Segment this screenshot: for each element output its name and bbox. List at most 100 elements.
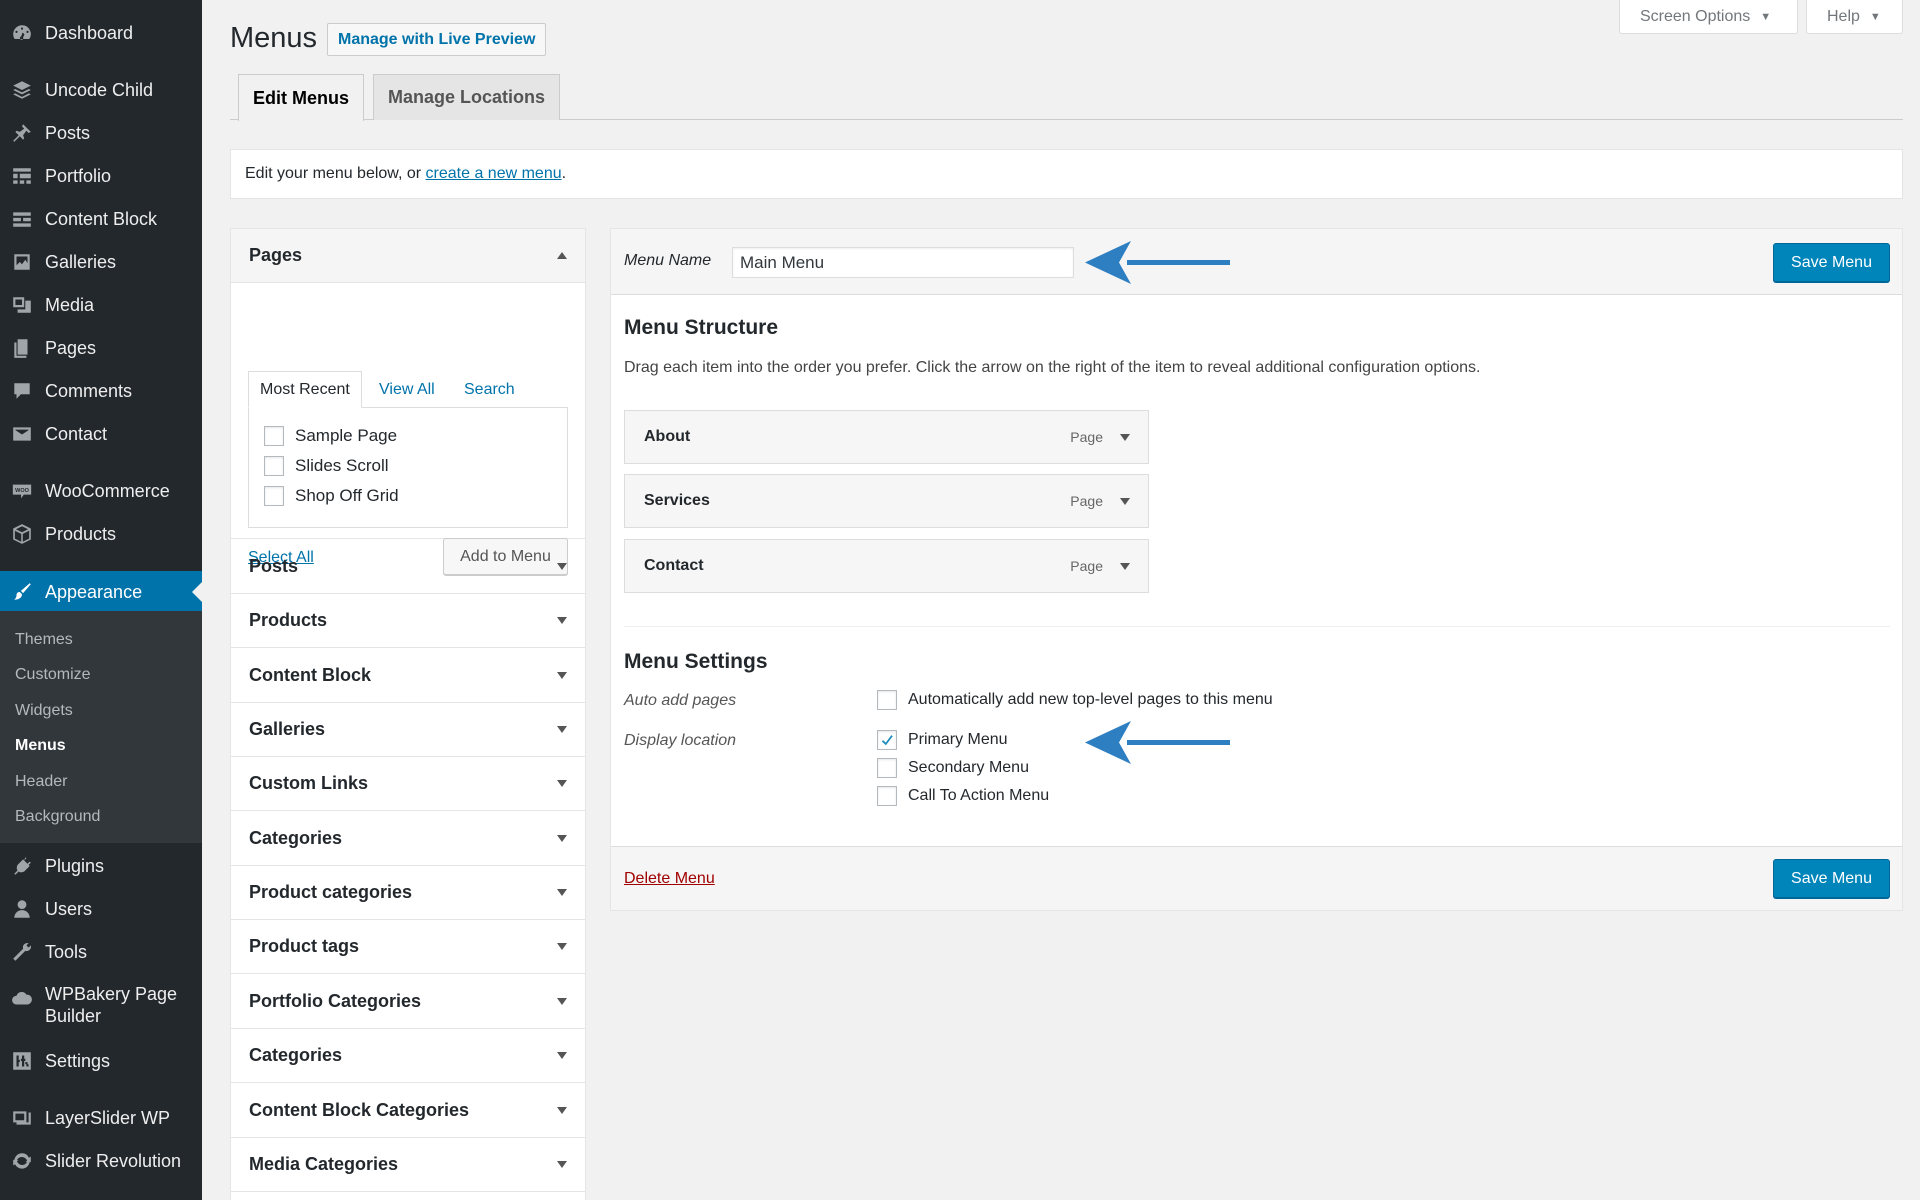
submenu-item-themes[interactable]: Themes [15,631,73,649]
auto-add-checkbox[interactable] [877,690,897,710]
accordion-title: Categories [249,828,343,848]
tab-manage-locations[interactable]: Manage Locations [373,74,561,120]
live-preview-button[interactable]: Manage with Live Preview [327,23,547,56]
accordion-title: Media Categories [249,1154,399,1174]
location-label: Secondary Menu [908,759,1029,776]
caret-down-icon[interactable] [1120,498,1130,505]
menu-item-title: Services [644,492,710,509]
accordion-section-posts[interactable]: Posts [231,540,585,594]
save-menu-button[interactable]: Save Menu [1773,243,1890,282]
sidebar-item-wpbakery[interactable]: WPBakery Page Builder [0,983,202,1035]
user-icon [10,897,34,921]
page-checkbox[interactable] [264,456,284,476]
sidebar-item-galleries[interactable]: Galleries [0,242,202,282]
accordion-section-galleries[interactable]: Galleries [231,703,585,757]
submenu-item-customize[interactable]: Customize [15,666,91,684]
sidebar-item-users[interactable]: Users [0,889,202,929]
annotation-arrow-icon [1085,721,1230,764]
accordion-section-products[interactable]: Products [231,594,585,648]
menu-item-title: About [644,428,691,445]
sidebar-item-label: Tools [45,941,88,962]
accordion-section-media-categories[interactable]: Media Categories [231,1138,585,1192]
menu-header: Menu Name Save Menu [611,229,1902,295]
sidebar-item-dashboard[interactable]: Dashboard [0,13,202,53]
caret-down-icon: ▼ [1760,10,1772,23]
accordion-section-product-categories[interactable]: Product categories [231,866,585,920]
accordion-section-content-block-categories[interactable]: Content Block Categories [231,1084,585,1138]
accordion-section-product-tags[interactable]: Product tags [231,920,585,974]
tab-edit-menus[interactable]: Edit Menus [238,74,365,121]
accordion-section-categories-2[interactable]: Categories [231,1029,585,1083]
menu-item-row[interactable]: Services Page [624,474,1149,528]
sidebar-item-content-block[interactable]: Content Block [0,199,202,239]
secondary-menu-checkbox[interactable] [877,758,897,778]
sidebar-item-label: Dashboard [45,22,134,43]
accordion-section-custom-links[interactable]: Custom Links [231,757,585,811]
caret-down-icon[interactable] [1120,434,1130,441]
sidebar-item-settings[interactable]: Settings [0,1041,202,1081]
sidebar-item-label: Contact [45,423,108,444]
caret-down-icon [557,616,567,624]
sidebar-item-label: Plugins [45,855,105,876]
layers-icon [10,78,34,102]
sidebar-item-comments[interactable]: Comments [0,371,202,411]
location-option: Call To Action Menu [877,786,1049,806]
tab-most-recent[interactable]: Most Recent [248,371,362,408]
sidebar-item-media[interactable]: Media [0,285,202,325]
content-block-icon [10,207,34,231]
tab-view-all[interactable]: View All [379,381,435,399]
sidebar-item-layerslider[interactable]: LayerSlider WP [0,1098,202,1138]
sidebar-item-appearance[interactable]: Appearance [0,571,202,613]
notice-suffix: . [561,165,567,182]
layerslider-icon [10,1106,34,1130]
sidebar-item-label: Posts [45,122,91,143]
sidebar-item-portfolio[interactable]: Portfolio [0,156,202,196]
sidebar-item-uncode-child[interactable]: Uncode Child [0,70,202,110]
caret-down-icon[interactable] [1120,563,1130,570]
delete-menu-link[interactable]: Delete Menu [624,870,715,888]
submenu-item-widgets[interactable]: Widgets [15,702,73,720]
menu-settings-title: Menu Settings [624,650,768,673]
display-location-label: Display location [624,732,737,749]
sidebar-item-products[interactable]: Products [0,514,202,554]
location-label: Primary Menu [908,731,1008,748]
call-to-action-menu-checkbox[interactable] [877,786,897,806]
page-checkbox[interactable] [264,486,284,506]
page-checkbox[interactable] [264,426,284,446]
submenu-item-header[interactable]: Header [15,773,67,791]
sidebar-item-slider-revolution[interactable]: Slider Revolution [0,1141,202,1181]
page-label: Slides Scroll [295,456,389,475]
tab-search[interactable]: Search [464,381,515,399]
accordion-section-portfolio-categories[interactable]: Portfolio Categories [231,975,585,1029]
help-button[interactable]: Help ▼ [1806,0,1903,34]
menu-name-input[interactable] [732,247,1074,278]
accordion-section-categories[interactable]: Categories [231,812,585,866]
sidebar-item-plugins[interactable]: Plugins [0,846,202,886]
screen-options-button[interactable]: Screen Options ▼ [1619,0,1798,34]
accordion-title: Custom Links [249,773,369,793]
box-icon [10,522,34,546]
sidebar-item-posts[interactable]: Posts [0,113,202,153]
sidebar-item-label: Galleries [45,251,117,272]
menu-management-panel: Menu Name Save Menu Menu Structure Drag … [610,228,1903,911]
accordion-section-pages[interactable]: Pages [231,229,585,283]
primary-menu-checkbox[interactable] [877,730,897,750]
page-label: Shop Off Grid [295,486,399,505]
submenu-item-background[interactable]: Background [15,808,100,826]
sidebar-item-tools[interactable]: Tools [0,932,202,972]
sidebar-item-label: Appearance [45,581,143,602]
create-new-menu-link[interactable]: create a new menu [426,165,562,183]
save-menu-button-bottom[interactable]: Save Menu [1773,859,1890,898]
menu-item-row[interactable]: About Page [624,410,1149,464]
sidebar-item-contact[interactable]: Contact [0,414,202,454]
accordion-title: Portfolio Categories [249,991,422,1011]
submenu-item-menus[interactable]: Menus [15,737,66,755]
sidebar-item-woocommerce[interactable]: WOO WooCommerce [0,471,202,511]
add-menu-items-accordion: Pages Most Recent View All Search Sample… [230,228,586,1200]
sidebar-item-pages[interactable]: Pages [0,328,202,368]
caret-down-icon [557,942,567,950]
accordion-section-content-block[interactable]: Content Block [231,649,585,703]
menu-item-row[interactable]: Contact Page [624,539,1149,593]
caret-down-icon [557,562,567,570]
caret-down-icon: ▼ [1869,10,1881,23]
